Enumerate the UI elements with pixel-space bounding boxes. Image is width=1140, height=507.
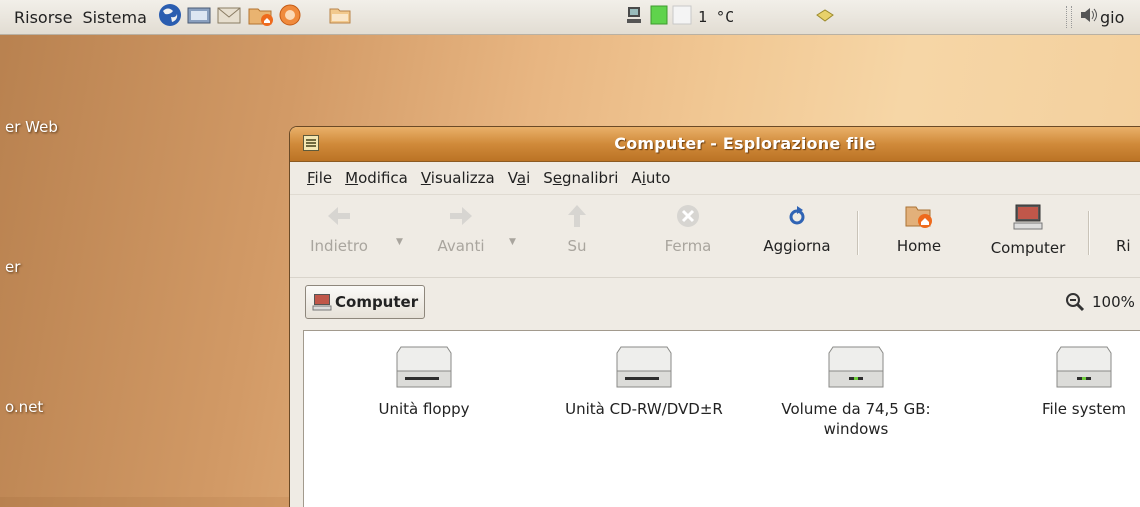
temperature-readout: 1 °C <box>698 8 735 26</box>
desktop-icon-label[interactable]: er Web <box>5 118 58 136</box>
forward-label: Avanti <box>437 237 485 255</box>
top-panel: Risorse Sistema 1 °C gio <box>0 0 1140 35</box>
help-icon[interactable] <box>277 2 303 32</box>
back-history-dropdown[interactable]: ▼ <box>396 237 403 247</box>
forward-history-dropdown[interactable]: ▼ <box>509 237 516 247</box>
folder-icon[interactable] <box>327 2 353 32</box>
drive-label: File system <box>1041 400 1127 418</box>
envelope-icon[interactable] <box>215 2 245 32</box>
drive-item-floppy[interactable]: Unità floppy <box>354 345 494 419</box>
location-bar: Computer 100% <box>290 277 1140 328</box>
notes-applet-icon[interactable] <box>814 0 836 34</box>
back-button[interactable]: Indietro <box>304 203 374 255</box>
location-computer-button[interactable]: Computer <box>305 285 426 319</box>
drive-label: Unità floppy <box>378 400 470 418</box>
zoom-out-icon[interactable] <box>1065 292 1087 312</box>
drive-item-windows-volume[interactable]: Volume da 74,5 GB: windows <box>766 345 946 439</box>
stop-label: Ferma <box>664 237 712 255</box>
clock-area: gio <box>1066 0 1124 34</box>
back-arrow-icon <box>328 207 350 225</box>
forward-button[interactable]: Avanti <box>426 203 496 255</box>
menubar: File Modifica Visualizza Vai Segnalibri … <box>290 162 1140 194</box>
toolbar: Indietro ▼ Avanti ▼ Su Ferma Aggiorna Ho… <box>290 194 1140 277</box>
menu-visualizza[interactable]: Visualizza <box>421 169 495 187</box>
optical-drive-icon <box>544 345 744 391</box>
desktop-icon-label[interactable]: o.net <box>5 398 43 416</box>
drive-item-optical[interactable]: Unità CD-RW/DVD±R <box>544 345 744 419</box>
reload-button[interactable]: Aggiorna <box>754 203 840 255</box>
zoom-control[interactable]: 100% <box>1065 292 1135 312</box>
battery-meter-icon[interactable] <box>650 4 692 30</box>
system-tray: 1 °C <box>624 0 734 34</box>
clock[interactable]: gio <box>1100 8 1124 27</box>
desktop-icon-label[interactable]: er <box>5 258 20 276</box>
menu-vai[interactable]: Vai <box>508 169 530 187</box>
back-label: Indietro <box>310 237 368 255</box>
home-folder-icon[interactable] <box>247 2 275 32</box>
stop-icon <box>677 205 699 227</box>
home-folder-icon <box>905 206 932 228</box>
location-label: Computer <box>335 293 419 311</box>
drive-label: Unità CD-RW/DVD±R <box>565 400 723 418</box>
computer-icon <box>1013 204 1043 230</box>
search-label: Ri <box>1116 237 1131 255</box>
zoom-level[interactable]: 100% <box>1092 293 1135 311</box>
floppy-drive-icon <box>354 345 494 391</box>
stop-button[interactable]: Ferma <box>658 203 718 255</box>
toolbar-separator <box>1088 211 1090 255</box>
hard-drive-icon <box>1014 345 1140 391</box>
reload-icon <box>789 206 805 225</box>
home-label: Home <box>896 237 942 255</box>
computer-button[interactable]: Computer <box>980 203 1076 257</box>
reload-label: Aggiorna <box>763 237 831 255</box>
up-button[interactable]: Su <box>552 203 602 255</box>
network-icon[interactable] <box>624 4 644 30</box>
up-arrow-icon <box>568 205 586 227</box>
menu-modifica[interactable]: Modifica <box>345 169 408 187</box>
file-view: Unità floppy Unità CD-RW/DVD±R Volume da… <box>303 330 1140 507</box>
panel-separator <box>1066 6 1072 28</box>
drive-item-filesystem[interactable]: File system <box>1014 345 1140 419</box>
web-browser-icon[interactable] <box>157 2 183 32</box>
menu-risorse[interactable]: Risorse <box>14 8 72 27</box>
file-browser-window: Computer - Esplorazione file File Modifi… <box>289 126 1140 507</box>
window-titlebar[interactable]: Computer - Esplorazione file <box>290 127 1140 162</box>
toolbar-separator <box>857 211 859 255</box>
hard-drive-icon <box>766 345 946 391</box>
menu-segnalibri[interactable]: Segnalibri <box>543 169 618 187</box>
menu-file[interactable]: File <box>307 169 332 187</box>
window-title: Computer - Esplorazione file <box>614 134 876 153</box>
menu-aiuto[interactable]: Aiuto <box>631 169 670 187</box>
up-label: Su <box>567 237 587 255</box>
forward-arrow-icon <box>450 207 472 225</box>
volume-icon[interactable] <box>1078 5 1100 29</box>
home-button[interactable]: Home <box>884 203 954 255</box>
search-button[interactable]: Ri <box>1116 203 1140 255</box>
email-client-icon[interactable] <box>185 2 213 32</box>
computer-label: Computer <box>990 239 1066 257</box>
computer-icon <box>312 294 332 311</box>
menu-sistema[interactable]: Sistema <box>82 8 146 27</box>
drive-label: Volume da 74,5 GB: windows <box>781 400 931 438</box>
